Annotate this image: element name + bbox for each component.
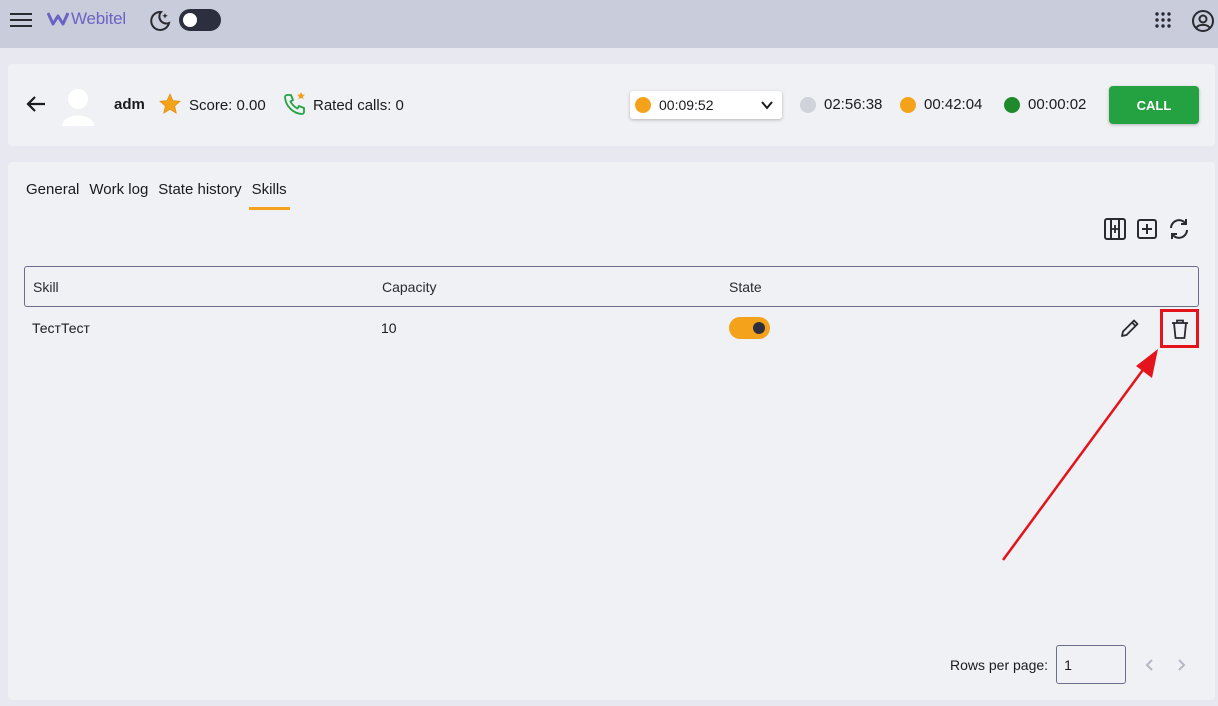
toggle-knob bbox=[753, 322, 765, 334]
tab-state-history[interactable]: State history bbox=[157, 181, 242, 209]
status-time: 00:09:52 bbox=[659, 97, 714, 113]
agent-header: adm Score: 0.00 Rated calls: 0 00:09:52 … bbox=[8, 64, 1215, 146]
timer-dot bbox=[1004, 96, 1020, 113]
timer-value: 00:00:02 bbox=[1028, 96, 1087, 113]
header-state[interactable]: State bbox=[729, 279, 762, 295]
apps-grid-icon[interactable] bbox=[1154, 11, 1172, 29]
edit-pencil-icon[interactable] bbox=[1119, 317, 1141, 339]
header-skill[interactable]: Skill bbox=[33, 279, 59, 295]
pagination: Rows per page: bbox=[950, 645, 1188, 684]
table-row: ТестТест 10 bbox=[24, 307, 1199, 349]
chevron-down-icon bbox=[761, 101, 773, 110]
theme-toggle[interactable] bbox=[179, 9, 221, 31]
refresh-icon[interactable] bbox=[1167, 217, 1191, 241]
tab-work-log[interactable]: Work log bbox=[88, 181, 149, 209]
header-capacity[interactable]: Capacity bbox=[382, 279, 436, 295]
prev-page-icon[interactable] bbox=[1143, 658, 1157, 672]
status-select[interactable]: 00:09:52 bbox=[630, 91, 782, 119]
timer-offline: 02:56:38 bbox=[800, 96, 882, 113]
table-header: Skill Capacity State bbox=[24, 266, 1199, 307]
timer-online: 00:00:02 bbox=[1004, 96, 1086, 113]
delete-button[interactable] bbox=[1160, 309, 1199, 348]
rated-calls-icon bbox=[284, 92, 305, 115]
table-actions bbox=[1103, 217, 1191, 241]
top-bar: Webitel bbox=[0, 0, 1218, 48]
timer-value: 00:42:04 bbox=[924, 96, 983, 113]
timer-dot bbox=[900, 96, 916, 113]
rated-calls: Rated calls: 0 bbox=[313, 97, 404, 114]
timer-dot bbox=[800, 96, 816, 113]
avatar bbox=[62, 89, 94, 126]
star-icon bbox=[159, 93, 181, 114]
moon-icon bbox=[150, 10, 171, 31]
back-arrow-icon[interactable] bbox=[25, 93, 47, 115]
add-icon[interactable] bbox=[1135, 217, 1159, 241]
timer-pause: 00:42:04 bbox=[900, 96, 982, 113]
call-button[interactable]: CALL bbox=[1109, 86, 1199, 124]
cell-capacity: 10 bbox=[381, 320, 397, 336]
cell-skill: ТестТест bbox=[32, 320, 90, 336]
trash-icon bbox=[1172, 319, 1188, 339]
tab-skills[interactable]: Skills bbox=[248, 181, 290, 210]
skills-table: Skill Capacity State ТестТест 10 bbox=[24, 266, 1199, 349]
rows-per-page-label: Rows per page: bbox=[950, 656, 1049, 673]
state-toggle[interactable] bbox=[729, 317, 770, 339]
logo-text: Webitel bbox=[71, 9, 126, 28]
webitel-logo[interactable]: Webitel bbox=[47, 9, 126, 29]
toggle-knob bbox=[183, 13, 197, 27]
agent-name: adm bbox=[114, 96, 145, 113]
account-icon[interactable] bbox=[1191, 9, 1215, 33]
tab-general[interactable]: General bbox=[25, 181, 80, 209]
next-page-icon[interactable] bbox=[1174, 658, 1188, 672]
agent-score: Score: 0.00 bbox=[189, 97, 266, 114]
status-dot bbox=[635, 97, 651, 113]
tab-bar: General Work log State history Skills bbox=[25, 181, 290, 210]
rows-per-page-input[interactable] bbox=[1056, 645, 1127, 684]
timer-value: 02:56:38 bbox=[824, 96, 883, 113]
webitel-logo-icon bbox=[47, 12, 69, 26]
column-select-icon[interactable] bbox=[1103, 217, 1127, 241]
menu-icon[interactable] bbox=[10, 10, 32, 30]
skills-panel: General Work log State history Skills Sk… bbox=[8, 162, 1215, 700]
